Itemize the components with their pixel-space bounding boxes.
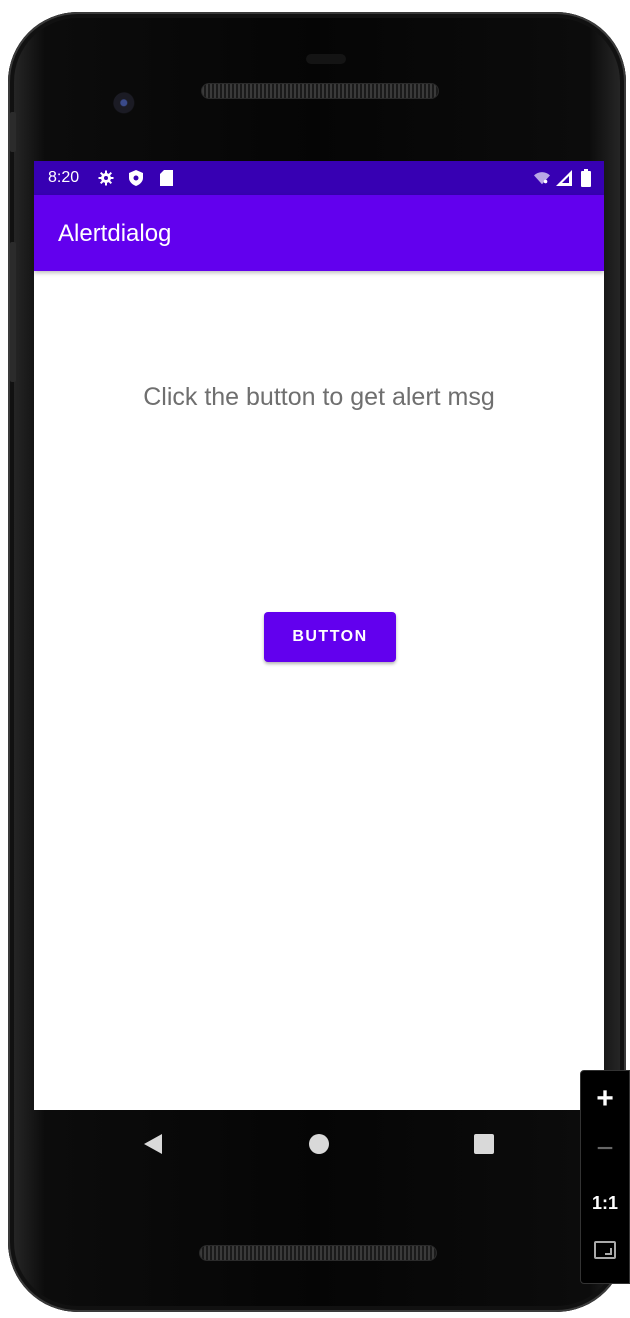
bottom-speaker-grille bbox=[199, 1245, 437, 1261]
proximity-sensor bbox=[306, 54, 346, 64]
alert-button[interactable]: BUTTON bbox=[264, 612, 396, 662]
device-screen: 8:20 Alertdialog Click the button to get… bbox=[34, 161, 604, 1110]
emulator-zoom-controls: + − 1:1 bbox=[580, 1070, 630, 1284]
back-icon[interactable] bbox=[144, 1134, 162, 1154]
battery-icon bbox=[578, 169, 594, 187]
shield-icon bbox=[128, 170, 144, 186]
front-camera bbox=[113, 92, 137, 116]
side-button bbox=[10, 112, 16, 152]
navigation-bar bbox=[34, 1110, 604, 1176]
app-bar: Alertdialog bbox=[34, 195, 604, 271]
instruction-text: Click the button to get alert msg bbox=[143, 383, 495, 411]
settings-icon bbox=[98, 170, 114, 186]
side-button bbox=[10, 242, 16, 382]
wifi-icon bbox=[534, 170, 550, 186]
status-bar: 8:20 bbox=[34, 161, 604, 195]
fit-screen-button[interactable] bbox=[581, 1241, 629, 1265]
top-speaker-grille bbox=[201, 83, 439, 99]
fit-screen-icon bbox=[594, 1241, 616, 1259]
actual-size-button[interactable]: 1:1 bbox=[581, 1191, 629, 1215]
zoom-out-button[interactable]: − bbox=[581, 1129, 629, 1169]
zoom-in-button[interactable]: + bbox=[581, 1079, 629, 1119]
status-time: 8:20 bbox=[48, 169, 80, 186]
signal-icon bbox=[556, 170, 572, 186]
app-title: Alertdialog bbox=[58, 220, 172, 247]
sd-card-icon bbox=[158, 170, 174, 186]
home-icon[interactable] bbox=[309, 1134, 329, 1154]
recents-icon[interactable] bbox=[474, 1134, 494, 1154]
